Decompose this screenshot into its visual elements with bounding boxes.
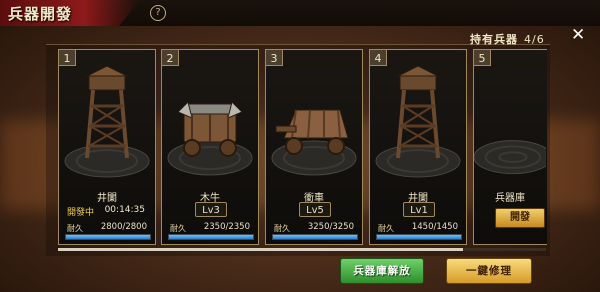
scrollbar-thumb[interactable] xyxy=(58,248,464,251)
durability-bar xyxy=(376,234,462,240)
durability-fill xyxy=(273,235,357,239)
weapon-card-3[interactable]: 3 衝車 Lv5 耐久 3250/3250 xyxy=(265,49,363,245)
durability-value: 1450/1450 xyxy=(411,222,458,232)
siege-tower-icon xyxy=(64,66,150,178)
weapon-name: 井闌 xyxy=(97,193,117,204)
card-number: 4 xyxy=(369,49,387,66)
weapon-card-2[interactable]: 2 木牛 Lv3 耐久 2350/2350 xyxy=(161,49,259,245)
durability-fill xyxy=(66,235,150,239)
page-title: 兵器開發 xyxy=(8,5,73,23)
horizontal-scrollbar[interactable] xyxy=(58,248,546,251)
inventory-counter: 持有兵器 4/6 xyxy=(470,31,545,47)
durability-value: 3250/3250 xyxy=(307,222,354,232)
durability-fill xyxy=(169,235,253,239)
card-number: 5 xyxy=(473,49,491,66)
durability-label: 耐久 xyxy=(67,224,83,233)
level-badge: Lv3 xyxy=(195,202,227,217)
weapon-card-5[interactable]: 5 兵器庫 開發 xyxy=(473,49,547,245)
weapon-name: 兵器庫 xyxy=(495,193,525,204)
weapon-card-4[interactable]: 4 井闌 Lv1 耐久 1450/1450 xyxy=(369,49,467,245)
top-bar: 兵器開發 ? xyxy=(0,0,600,26)
durability-fill xyxy=(377,235,461,239)
durability-value: 2350/2350 xyxy=(203,222,250,232)
repair-all-button[interactable]: 一鍵修理 xyxy=(446,258,532,284)
durability-label: 耐久 xyxy=(378,224,394,233)
card-number: 3 xyxy=(265,49,283,66)
unlock-armory-button[interactable]: 兵器庫解放 xyxy=(340,258,424,284)
durability-label: 耐久 xyxy=(274,224,290,233)
battering-ram-icon xyxy=(271,109,357,176)
durability-label: 耐久 xyxy=(170,224,186,233)
inventory-count: 4/6 xyxy=(524,33,545,46)
close-icon[interactable]: ✕ xyxy=(571,25,585,45)
card-number: 2 xyxy=(161,49,179,66)
level-badge: Lv5 xyxy=(299,202,331,217)
empty-slot-icon xyxy=(474,140,546,175)
help-icon[interactable]: ? xyxy=(150,5,166,21)
level-badge: Lv1 xyxy=(403,202,435,217)
develop-button[interactable]: 開發 xyxy=(495,208,545,228)
durability-bar xyxy=(65,234,151,240)
durability-bar xyxy=(272,234,358,240)
durability-value: 2800/2800 xyxy=(100,222,147,232)
status-badge: 開發中 xyxy=(67,208,95,218)
develop-timer: 00:14:35 xyxy=(104,205,145,215)
card-number: 1 xyxy=(58,49,76,66)
wooden-ox-icon xyxy=(167,101,253,176)
siege-tower-icon xyxy=(375,66,461,178)
weapon-card-1[interactable]: 1 井闌 開發中 00:14:35 耐久 2800/2800 xyxy=(58,49,156,245)
inventory-label: 持有兵器 xyxy=(470,33,518,46)
durability-bar xyxy=(168,234,254,240)
